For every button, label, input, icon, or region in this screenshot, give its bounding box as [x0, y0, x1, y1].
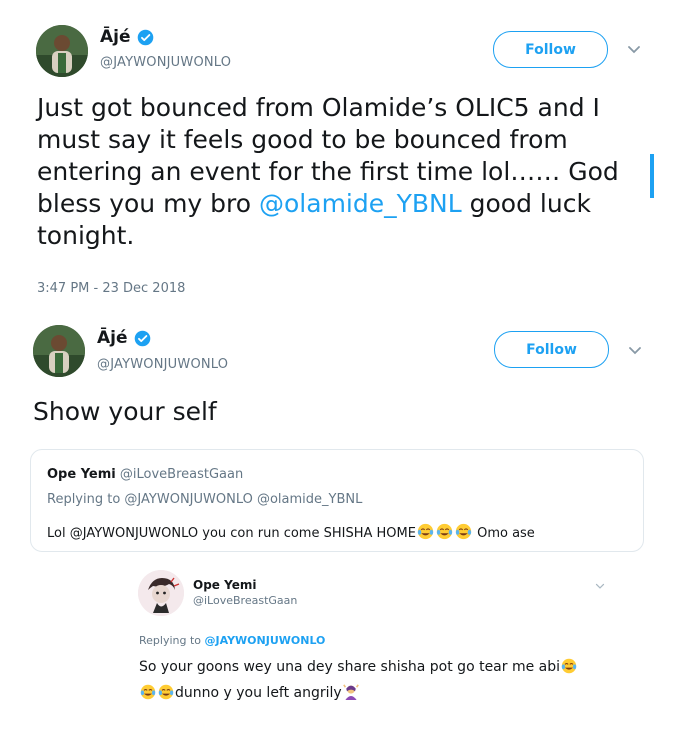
reply-display-name: Ope Yemi: [193, 578, 257, 592]
quoted-display-name[interactable]: Ope Yemi: [47, 467, 116, 482]
tweet-text-line: tonight.: [37, 221, 135, 250]
tweet-text-segment: good luck: [461, 189, 591, 218]
quoted-handle[interactable]: @iLoveBreastGaan: [120, 467, 243, 482]
handle[interactable]: @JAYWONJUWONLO: [100, 55, 231, 70]
reply-handle: @iLoveBreastGaan: [193, 594, 298, 607]
avatar: [138, 570, 184, 616]
display-name[interactable]: Ājé: [97, 328, 128, 348]
tweet-text: Just got bounced from Olamide’s OLIC5 an…: [37, 92, 662, 252]
tears-of-joy-emoji: [436, 523, 453, 540]
tweet-text-line: entering an event for the first time lol…: [37, 157, 619, 186]
reply-text-line: dunno y you left angrily: [139, 684, 609, 701]
verified-badge-icon: [134, 330, 150, 346]
replying-to: Replying to @JAYWONJUWONLO @olamide_YBNL: [47, 492, 363, 507]
quoted-text-segment: Omo ase: [472, 526, 535, 541]
reply-text-segment: So your goons wey una dey share shisha p…: [139, 659, 561, 675]
author-name-row: Ājé: [97, 328, 151, 348]
handle[interactable]: @JAYWONJUWONLO: [97, 357, 228, 372]
tears-of-joy-emoji: [561, 658, 577, 674]
quoted-text-segment: Lol @JAYWONJUWONLO you con run come SHIS…: [47, 526, 416, 541]
chevron-down-icon[interactable]: [627, 45, 641, 55]
timestamp[interactable]: 3:47 PM - 23 Dec 2018: [37, 281, 185, 296]
replying-label: Replying to: [139, 634, 205, 647]
replying-handle: @JAYWONJUWONLO: [204, 634, 326, 647]
author-name-row: Ājé: [100, 27, 154, 47]
replying-to: Replying to @JAYWONJUWONLO: [139, 634, 325, 647]
mention-link[interactable]: @olamide_YBNL: [259, 189, 462, 218]
tweet-text-line: must say it feels good to be bounced fro…: [37, 125, 568, 154]
quoted-tweet[interactable]: Ope Yemi @iLoveBreastGaan Replying to @J…: [30, 449, 644, 552]
tweet-text-segment: bless you my bro: [37, 189, 260, 218]
avatar[interactable]: [36, 25, 88, 77]
tears-of-joy-emoji: [140, 684, 156, 700]
tweet-text-line: bless you my bro @olamide_YBNL good luck: [37, 188, 662, 220]
follow-button[interactable]: Follow: [493, 31, 608, 68]
avatar[interactable]: [33, 325, 85, 377]
reply-text-segment: dunno y you left angrily: [175, 685, 342, 701]
woman-gesturing-emoji: [342, 684, 359, 700]
verified-badge-icon: [137, 29, 153, 45]
chevron-down-icon: [595, 583, 605, 589]
tweet-text: Show your self: [33, 397, 217, 426]
tears-of-joy-emoji: [417, 523, 434, 540]
text-cursor-bar: [650, 154, 654, 198]
tweet-text-line: Just got bounced from Olamide’s OLIC5 an…: [37, 93, 600, 122]
tears-of-joy-emoji: [455, 523, 472, 540]
reply-screenshot: Ope Yemi @iLoveBreastGaan Replying to @J…: [127, 563, 620, 734]
tears-of-joy-emoji: [158, 684, 174, 700]
display-name[interactable]: Ājé: [100, 27, 131, 47]
chevron-down-icon[interactable]: [628, 346, 642, 356]
quoted-text: Lol @JAYWONJUWONLO you con run come SHIS…: [47, 523, 535, 541]
quoted-author-row: Ope Yemi @iLoveBreastGaan: [47, 467, 243, 482]
reply-text-line: So your goons wey una dey share shisha p…: [139, 658, 609, 675]
follow-button[interactable]: Follow: [494, 331, 609, 368]
